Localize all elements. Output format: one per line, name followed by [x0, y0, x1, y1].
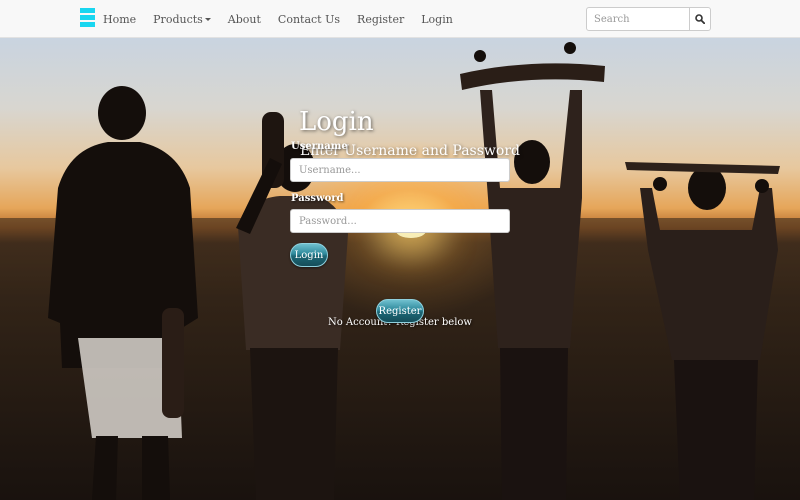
nav-link-register[interactable]: Register: [357, 13, 404, 26]
login-title: Login: [299, 107, 374, 137]
login-button[interactable]: Login: [290, 243, 328, 267]
caret-down-icon: [204, 18, 211, 21]
register-button[interactable]: Register: [376, 299, 424, 323]
search-input[interactable]: [586, 7, 690, 31]
search-button[interactable]: [689, 7, 711, 31]
nav-links: Home Products About Contact Us Register …: [103, 0, 470, 38]
nav-link-products-label: Products: [153, 12, 203, 26]
search-icon: [695, 14, 705, 24]
hero-background: Login Enter Username and Password Userna…: [0, 38, 800, 500]
skaters-silhouette: [48, 42, 780, 500]
password-label: Password: [291, 193, 344, 204]
nav-link-contact-us[interactable]: Contact Us: [278, 13, 340, 26]
username-label: Username: [291, 141, 348, 152]
navbar: Home Products About Contact Us Register …: [0, 0, 800, 38]
nav-link-about[interactable]: About: [228, 13, 261, 26]
nav-link-home[interactable]: Home: [103, 13, 136, 26]
password-input[interactable]: [290, 209, 510, 233]
menu-bars-icon[interactable]: [80, 8, 95, 27]
username-input[interactable]: [290, 158, 510, 182]
nav-link-products[interactable]: Products: [153, 13, 211, 26]
nav-link-login[interactable]: Login: [421, 13, 453, 26]
